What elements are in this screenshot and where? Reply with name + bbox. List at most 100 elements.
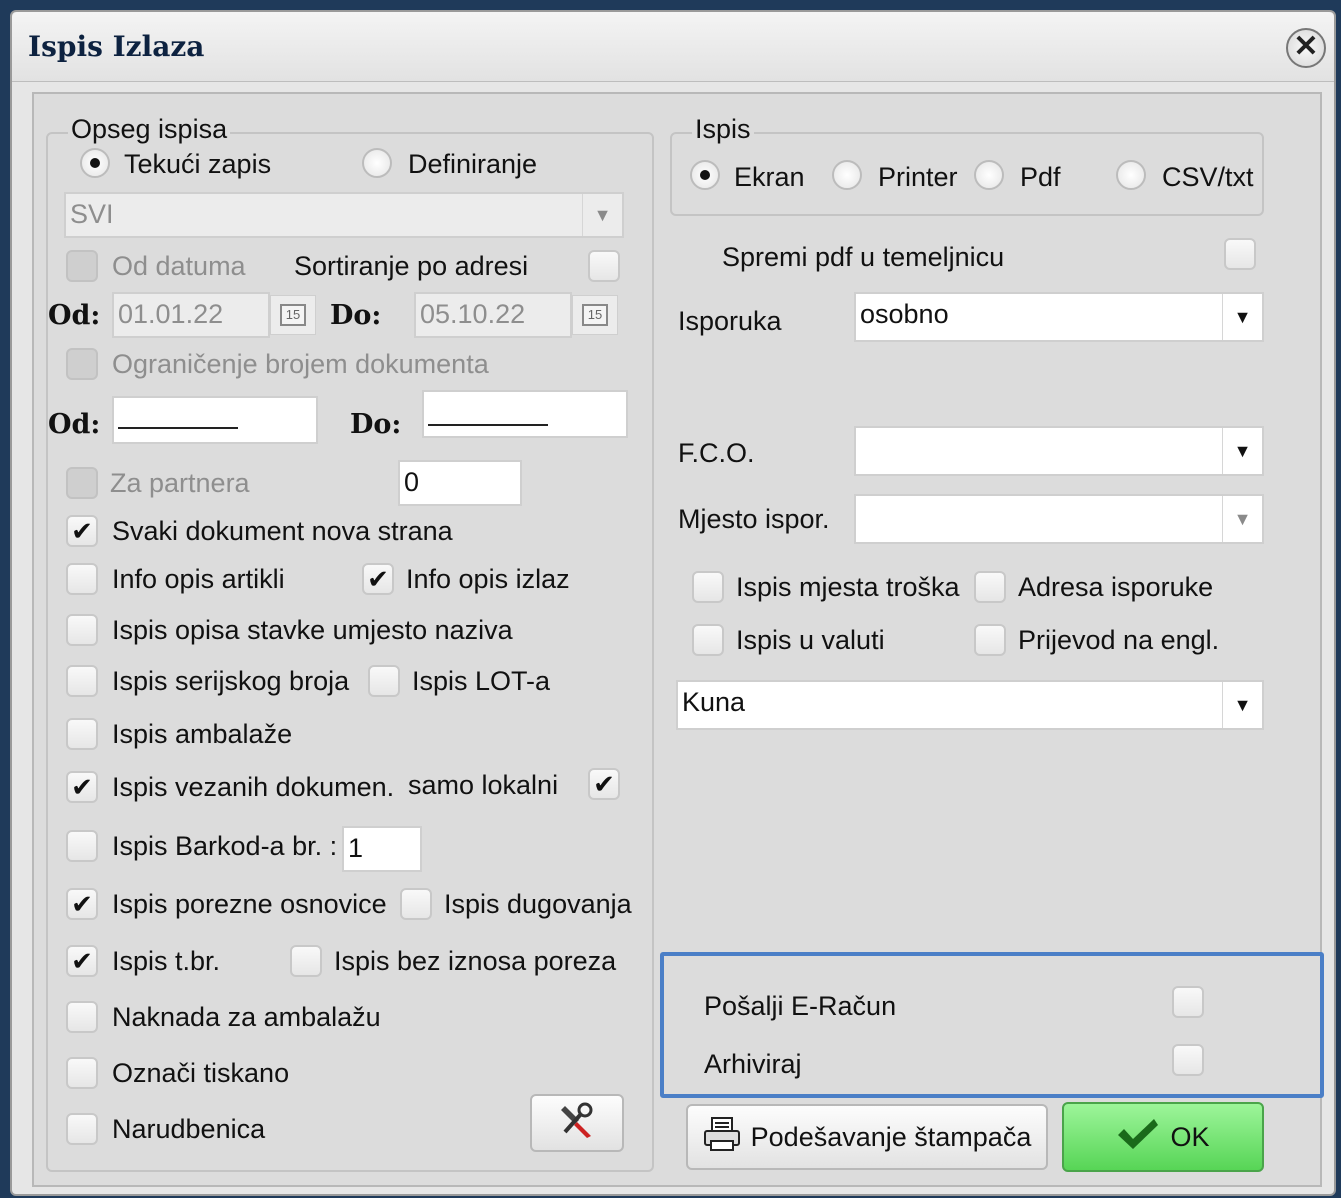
date-from-calendar-button[interactable]: 15	[270, 295, 316, 335]
radio-csv[interactable]	[1116, 160, 1146, 190]
order-checkbox[interactable]	[66, 1113, 98, 1145]
save-pdf-checkbox[interactable]	[1224, 238, 1256, 270]
pack-fee-checkbox[interactable]	[66, 1001, 98, 1033]
no-tax-checkbox[interactable]	[290, 945, 322, 977]
local-only-checkbox[interactable]	[588, 768, 620, 800]
radio-pdf[interactable]	[974, 160, 1004, 190]
ok-label: OK	[1170, 1121, 1210, 1152]
output-legend: Ispis	[692, 114, 754, 144]
fco-combo[interactable]: ▼	[854, 426, 1264, 476]
printer-setup-button[interactable]: Podešavanje štampača	[686, 1104, 1048, 1170]
delivery-value: osobno	[860, 299, 949, 329]
delivery-place-label: Mjesto ispor.	[678, 504, 830, 534]
tbr-label: Ispis t.br.	[112, 946, 221, 976]
info-output-checkbox[interactable]	[362, 563, 394, 595]
partner-label: Za partnera	[110, 468, 250, 498]
date-from-label: Od:	[48, 300, 101, 331]
radio-printer-label: Printer	[878, 162, 958, 192]
lot-checkbox[interactable]	[368, 665, 400, 697]
from-date-checkbox[interactable]	[66, 250, 98, 282]
item-desc-label: Ispis opisa stavke umjesto naziva	[112, 615, 513, 645]
radio-current-record[interactable]	[80, 148, 110, 178]
settings-tool-button[interactable]	[530, 1094, 624, 1152]
wrench-hammer-icon	[557, 1100, 597, 1147]
archive-label: Arhiviraj	[704, 1049, 802, 1079]
dialog-title: Ispis Izlaza	[28, 30, 205, 63]
serial-checkbox[interactable]	[66, 665, 98, 697]
packaging-label: Ispis ambalaže	[112, 719, 293, 749]
debt-checkbox[interactable]	[400, 888, 432, 920]
lot-label: Ispis LOT-a	[412, 666, 551, 696]
sort-address-checkbox[interactable]	[588, 250, 620, 282]
delivery-label: Isporuka	[678, 306, 782, 336]
local-only-label: samo lokalni	[408, 770, 559, 800]
chevron-down-icon[interactable]: ▼	[1222, 682, 1262, 728]
order-label: Narudbenica	[112, 1114, 266, 1144]
scope-combo[interactable]: SVI ▼	[64, 192, 624, 238]
tbr-checkbox[interactable]	[66, 945, 98, 977]
item-desc-checkbox[interactable]	[66, 614, 98, 646]
currency-combo[interactable]: Kuna ▼	[676, 680, 1264, 730]
date-to-field[interactable]: 05.10.22	[414, 292, 572, 338]
radio-csv-label: CSV/txt	[1162, 162, 1254, 192]
delivery-address-checkbox[interactable]	[974, 571, 1006, 603]
debt-label: Ispis dugovanja	[444, 889, 632, 919]
scope-combo-value: SVI	[70, 199, 114, 229]
doc-to-label: Do:	[350, 409, 402, 440]
no-tax-label: Ispis bez iznosa poreza	[334, 946, 617, 976]
send-einvoice-checkbox[interactable]	[1172, 986, 1204, 1018]
radio-screen[interactable]	[690, 160, 720, 190]
pack-fee-label: Naknada za ambalažu	[112, 1002, 381, 1032]
delivery-combo[interactable]: osobno ▼	[854, 292, 1264, 342]
print-dialog: Ispis Izlaza ✕ Opseg ispisa Tekući zapis…	[10, 10, 1336, 1196]
doc-to-mask	[428, 424, 548, 426]
printer-icon	[703, 1116, 741, 1159]
doc-from-field[interactable]	[112, 396, 318, 444]
currency-value: Kuna	[682, 687, 746, 717]
info-items-label: Info opis artikli	[112, 564, 285, 594]
chevron-down-icon[interactable]: ▼	[1222, 496, 1262, 542]
date-to-calendar-button[interactable]: 15	[572, 295, 618, 335]
each-doc-new-page-label: Svaki dokument nova strana	[112, 516, 453, 546]
printer-setup-label: Podešavanje štampača	[750, 1121, 1032, 1152]
calendar-icon: 15	[280, 304, 306, 326]
doc-to-field[interactable]	[422, 390, 628, 438]
chevron-down-icon[interactable]: ▼	[582, 194, 622, 236]
info-output-label: Info opis izlaz	[406, 564, 570, 594]
chevron-down-icon[interactable]: ▼	[1222, 428, 1262, 474]
cost-place-checkbox[interactable]	[692, 571, 724, 603]
radio-define-label: Definiranje	[408, 149, 538, 179]
each-doc-new-page-checkbox[interactable]	[66, 515, 98, 547]
mark-printed-checkbox[interactable]	[66, 1057, 98, 1089]
barcode-count-field[interactable]: 1	[342, 826, 422, 872]
barcode-checkbox[interactable]	[66, 830, 98, 862]
limit-doc-checkbox[interactable]	[66, 348, 98, 380]
send-einvoice-label: Pošalji E-Račun	[704, 991, 897, 1021]
checkmark-icon	[1116, 1117, 1160, 1158]
info-items-checkbox[interactable]	[66, 563, 98, 595]
save-pdf-label: Spremi pdf u temeljnicu	[722, 242, 1005, 272]
date-to-label: Do:	[330, 300, 382, 331]
radio-printer[interactable]	[832, 160, 862, 190]
in-currency-checkbox[interactable]	[692, 624, 724, 656]
linked-docs-checkbox[interactable]	[66, 771, 98, 803]
archive-checkbox[interactable]	[1172, 1044, 1204, 1076]
limit-doc-label: Ograničenje brojem dokumenta	[112, 349, 489, 379]
packaging-checkbox[interactable]	[66, 718, 98, 750]
date-from-field[interactable]: 01.01.22	[112, 292, 270, 338]
from-date-label: Od datuma	[112, 251, 246, 281]
delivery-place-combo[interactable]: ▼	[854, 494, 1264, 544]
doc-from-label: Od:	[48, 409, 101, 440]
partner-checkbox[interactable]	[66, 467, 98, 499]
cost-place-label: Ispis mjesta troška	[736, 572, 960, 602]
ok-button[interactable]: OK	[1062, 1102, 1264, 1172]
partner-field[interactable]: 0	[398, 460, 522, 506]
radio-define[interactable]	[362, 148, 392, 178]
tax-base-checkbox[interactable]	[66, 888, 98, 920]
close-icon: ✕	[1293, 30, 1319, 63]
close-button[interactable]: ✕	[1286, 28, 1326, 68]
translate-en-checkbox[interactable]	[974, 624, 1006, 656]
chevron-down-icon[interactable]: ▼	[1222, 294, 1262, 340]
scope-legend: Opseg ispisa	[68, 114, 231, 144]
linked-docs-label: Ispis vezanih dokumen.	[112, 772, 395, 802]
